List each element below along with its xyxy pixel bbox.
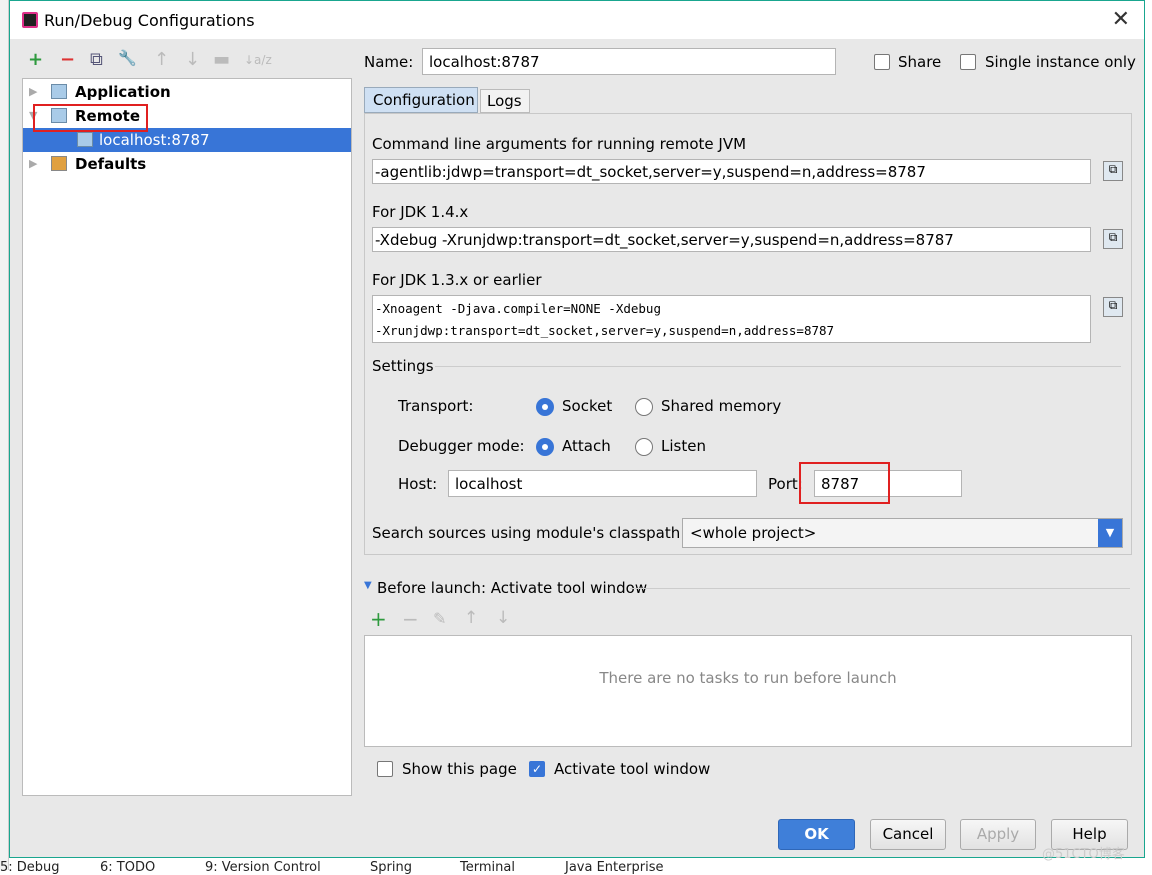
add-task-icon[interactable]: + [370,607,387,631]
taskbar-terminal[interactable]: Terminal [460,860,515,875]
before-launch-label[interactable]: Before launch: Activate tool window [377,579,647,597]
add-icon[interactable]: + [28,49,43,70]
intellij-icon [22,12,38,28]
remove-task-icon[interactable]: − [402,607,419,631]
sort-icon[interactable]: ↓a/z [244,53,272,67]
application-icon [51,84,67,99]
share-checkbox[interactable] [874,54,890,70]
folder-icon[interactable]: ▬ [213,49,230,70]
chevron-down-icon[interactable]: ▼ [1098,519,1122,547]
divider [630,588,1130,589]
remove-icon[interactable]: − [60,49,75,70]
run-debug-dialog: Run/Debug Configurations ✕ + − ⧉ 🔧 ↑ ↓ ▬… [9,0,1145,858]
taskbar-todo[interactable]: 6: TODO [100,860,155,875]
copy-icon[interactable]: ⧉ [90,49,103,70]
remote-icon [77,132,93,147]
shared-memory-radio[interactable] [635,398,653,416]
jdk13-textarea[interactable]: -Xnoagent -Djava.compiler=NONE -Xdebug -X… [372,295,1091,343]
ok-button[interactable]: OK [778,819,855,850]
single-instance-label: Single instance only [985,53,1136,71]
jdk14-input[interactable] [372,227,1091,252]
highlight-box [33,104,148,132]
classpath-select[interactable]: <whole project> ▼ [682,518,1123,548]
mode-label: Debugger mode: [398,437,525,455]
cancel-button[interactable]: Cancel [870,819,946,850]
taskbar-java-enterprise[interactable]: Java Enterprise [565,860,663,875]
listen-label: Listen [661,437,706,455]
apply-button[interactable]: Apply [960,819,1036,850]
activate-tool-label: Activate tool window [554,760,711,778]
expand-arrow-icon[interactable]: ▶ [29,80,37,104]
socket-label: Socket [562,397,613,415]
host-label: Host: [398,475,438,493]
host-input[interactable] [448,470,757,497]
divider [435,366,1121,367]
shared-memory-label: Shared memory [661,397,782,415]
copy-icon[interactable]: ⧉ [1103,229,1123,249]
taskbar-debug[interactable]: 5: Debug [0,860,60,875]
name-label: Name: [364,53,414,71]
move-down-icon[interactable]: ↓ [185,49,200,70]
listen-radio[interactable] [635,438,653,456]
cmd-input[interactable] [372,159,1091,184]
tree-item-application[interactable]: ▶ Application [23,80,351,104]
background-ide [0,0,9,870]
move-down-icon[interactable]: ↓ [496,608,510,628]
jdk14-label: For JDK 1.4.x [372,203,469,221]
highlight-box [799,462,890,504]
show-page-checkbox[interactable] [377,761,393,777]
watermark: @51CTO博客 [1042,847,1125,862]
settings-label: Settings [372,357,434,375]
attach-label: Attach [562,437,611,455]
cmd-label: Command line arguments for running remot… [372,135,747,153]
socket-radio[interactable] [536,398,554,416]
activate-tool-checkbox[interactable]: ✓ [529,761,545,777]
title-bar: Run/Debug Configurations ✕ [10,1,1144,39]
dialog-title: Run/Debug Configurations [44,11,255,30]
copy-icon[interactable]: ⧉ [1103,161,1123,181]
attach-radio[interactable] [536,438,554,456]
classpath-label: Search sources using module's classpath: [372,524,686,542]
show-page-label: Show this page [402,760,517,778]
wrench-icon[interactable]: 🔧 [118,49,137,67]
copy-icon[interactable]: ⧉ [1103,297,1123,317]
before-launch-list: There are no tasks to run before launch [364,635,1132,747]
expand-arrow-icon[interactable]: ▶ [29,152,37,176]
single-instance-checkbox[interactable] [960,54,976,70]
edit-task-icon[interactable]: ✎ [433,609,446,628]
taskbar-spring[interactable]: Spring [370,860,412,875]
transport-label: Transport: [398,397,474,415]
wrench-icon [51,156,67,171]
config-tree: ▶ Application ▼ Remote localhost:8787 ▶ Def… [22,78,352,796]
close-icon[interactable]: ✕ [1112,7,1130,32]
tab-logs[interactable]: Logs [480,89,530,113]
name-input[interactable] [422,48,836,75]
taskbar-vcs[interactable]: 9: Version Control [205,860,321,875]
jdk13-label: For JDK 1.3.x or earlier [372,271,542,289]
tab-configuration[interactable]: Configuration [364,87,478,113]
share-label: Share [898,53,942,71]
tree-item-defaults[interactable]: ▶ Defaults [23,152,351,176]
move-up-icon[interactable]: ↑ [464,608,478,628]
port-label: Port: [768,475,803,493]
move-up-icon[interactable]: ↑ [154,49,169,70]
collapse-icon[interactable]: ▼ [364,580,372,591]
